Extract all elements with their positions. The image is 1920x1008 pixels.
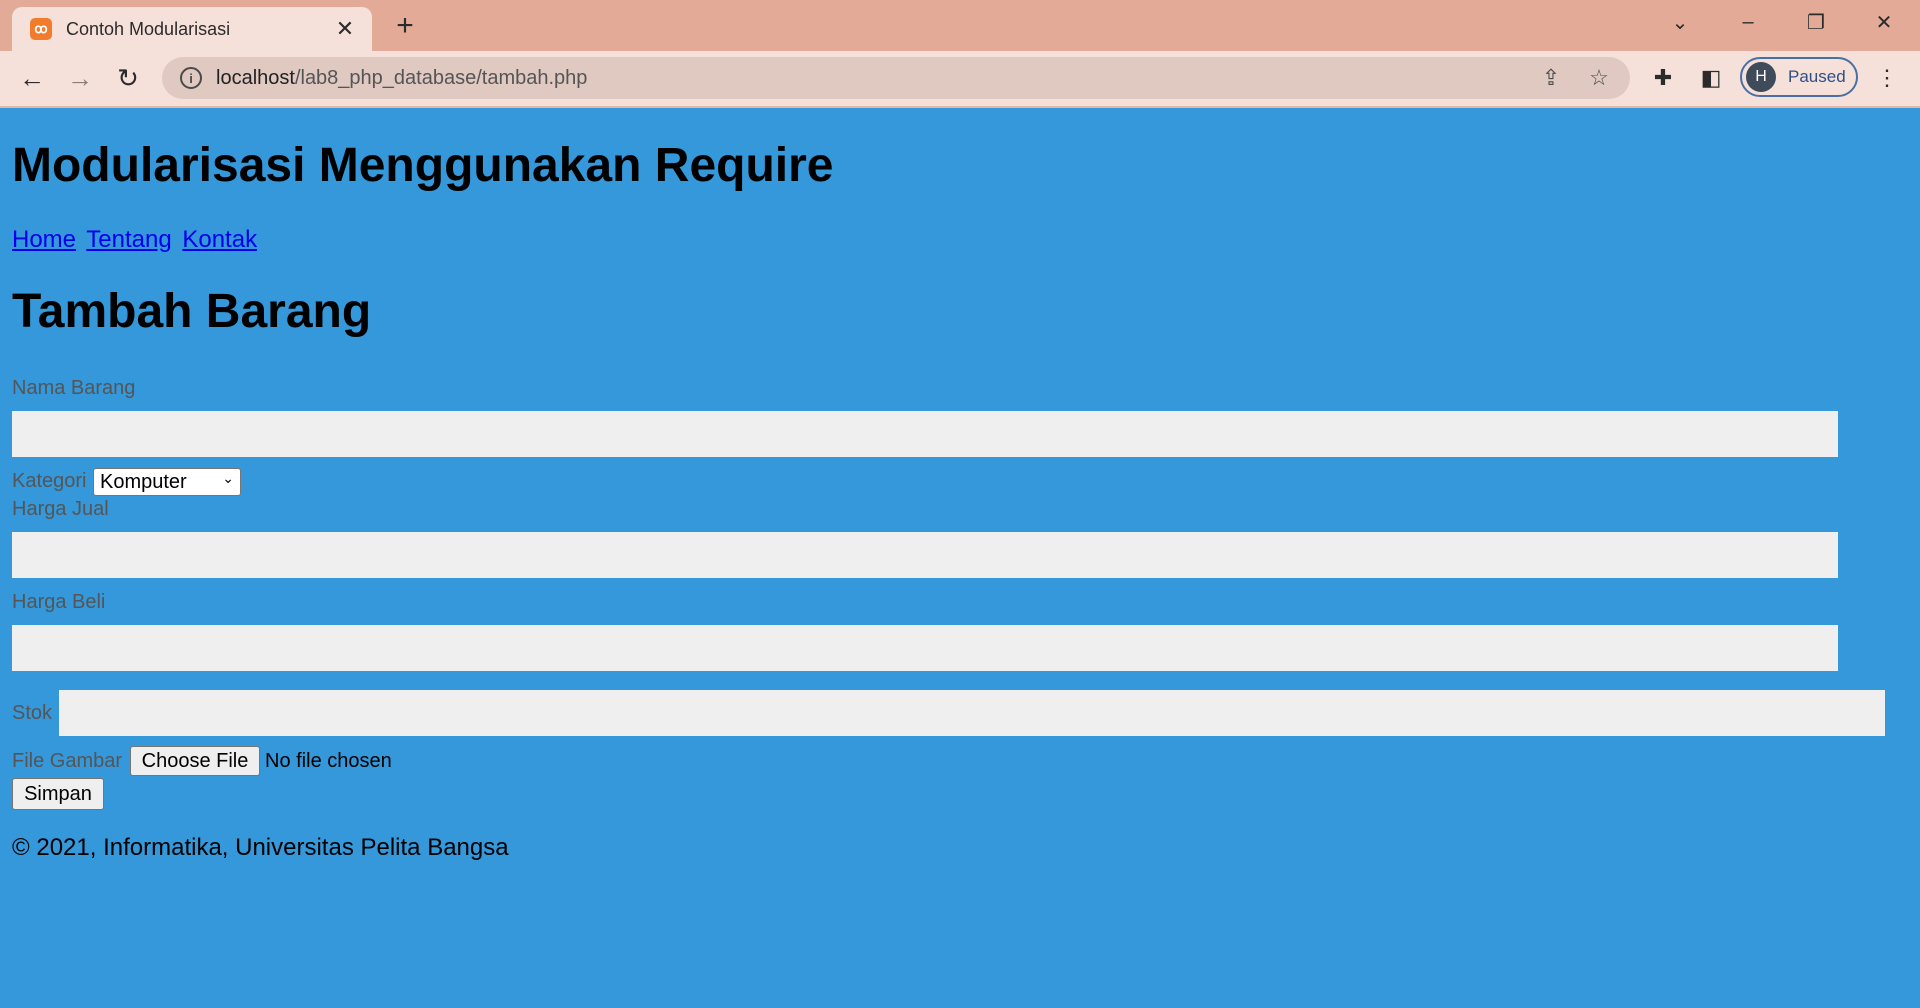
kebab-menu-icon[interactable]: ⋮ — [1870, 61, 1904, 95]
label-stok: Stok — [12, 702, 53, 724]
side-panel-icon[interactable]: ◧ — [1694, 61, 1728, 95]
browser-toolbar: ← → ↻ i localhost/lab8_php_database/tamb… — [0, 51, 1920, 108]
harga-beli-input[interactable] — [12, 625, 1838, 671]
kategori-selected-value: Komputer — [100, 470, 187, 493]
browser-tab-strip: ꝏ Contoh Modularisasi ✕ + ⌄ – ❐ ✕ — [0, 0, 1920, 51]
nama-barang-input[interactable] — [12, 411, 1838, 457]
label-nama-barang: Nama Barang — [12, 377, 136, 399]
chevron-down-icon: ⌄ — [222, 470, 234, 486]
file-status-text: No file chosen — [265, 750, 392, 772]
page-heading: Modularisasi Menggunakan Require — [12, 139, 834, 192]
minimize-button[interactable]: – — [1720, 4, 1776, 40]
stok-input[interactable] — [59, 690, 1885, 736]
choose-file-button[interactable]: Choose File — [130, 746, 260, 776]
site-nav: Home Tentang Kontak — [12, 226, 261, 254]
restore-button[interactable]: ❐ — [1788, 4, 1844, 40]
share-icon[interactable]: ⇪ — [1534, 61, 1568, 95]
nav-link-home[interactable]: Home — [12, 226, 76, 253]
label-kategori: Kategori — [12, 470, 87, 492]
close-tab-icon[interactable]: ✕ — [330, 14, 360, 44]
page-footer: © 2021, Informatika, Universitas Pelita … — [12, 834, 509, 861]
nav-link-kontak[interactable]: Kontak — [182, 226, 257, 253]
new-tab-button[interactable]: + — [388, 9, 422, 43]
nav-link-tentang[interactable]: Tentang — [86, 226, 171, 253]
address-bar[interactable]: i localhost/lab8_php_database/tambah.php… — [162, 57, 1630, 99]
xampp-favicon-icon: ꝏ — [30, 18, 52, 40]
avatar: H — [1746, 62, 1776, 92]
back-arrow-icon[interactable]: ← — [14, 60, 50, 96]
kategori-select[interactable]: Komputer ⌄ — [93, 468, 241, 496]
url-host: localhost — [216, 66, 295, 89]
profile-status: Paused — [1788, 67, 1846, 86]
url-text[interactable]: localhost/lab8_php_database/tambah.php — [216, 67, 1534, 90]
label-file-gambar: File Gambar — [12, 750, 123, 772]
tab-search-chevron-icon[interactable]: ⌄ — [1652, 4, 1708, 40]
profile-button[interactable]: H Paused — [1740, 57, 1858, 97]
browser-tab[interactable]: ꝏ Contoh Modularisasi ✕ — [12, 7, 372, 51]
reload-icon[interactable]: ↻ — [110, 60, 146, 96]
extensions-puzzle-icon[interactable]: ✚ — [1646, 61, 1680, 95]
forward-arrow-icon[interactable]: → — [62, 60, 98, 96]
label-harga-beli: Harga Beli — [12, 591, 106, 613]
site-info-icon[interactable]: i — [180, 67, 202, 89]
close-window-button[interactable]: ✕ — [1856, 4, 1912, 40]
form-title: Tambah Barang — [12, 285, 372, 338]
simpan-button[interactable]: Simpan — [12, 778, 104, 810]
label-harga-jual: Harga Jual — [12, 498, 109, 520]
url-path: /lab8_php_database/tambah.php — [294, 66, 588, 89]
bookmark-star-icon[interactable]: ☆ — [1582, 61, 1616, 95]
harga-jual-input[interactable] — [12, 532, 1838, 578]
tab-title: Contoh Modularisasi — [66, 18, 231, 39]
